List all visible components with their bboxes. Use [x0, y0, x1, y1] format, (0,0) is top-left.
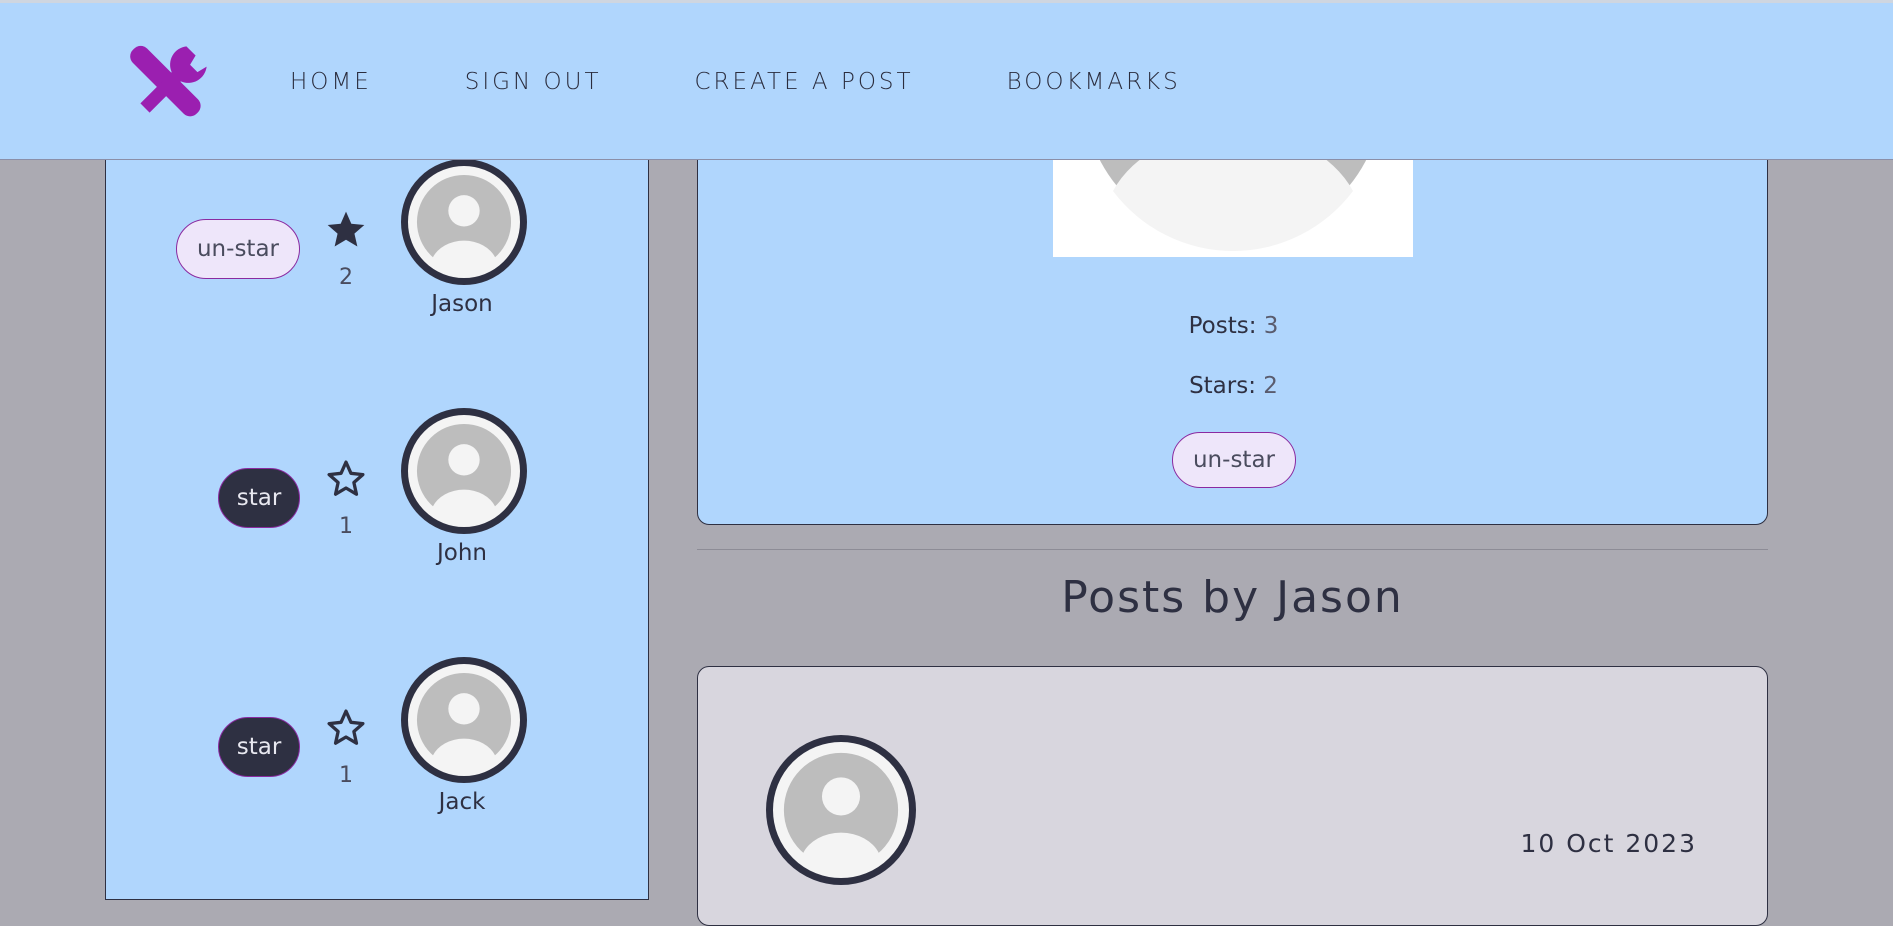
stars-value: 2: [1263, 373, 1278, 399]
user-name[interactable]: John: [396, 540, 528, 566]
user-row: star 1 Jack: [106, 639, 650, 839]
top-navbar: HOME SIGN OUT CREATE A POST BOOKMARKS: [0, 0, 1893, 160]
nav-sign-out[interactable]: SIGN OUT: [465, 69, 602, 95]
post-card[interactable]: 10 Oct 2023: [697, 666, 1768, 926]
posts-value: 3: [1263, 313, 1279, 339]
star-outline-icon: [327, 460, 365, 496]
star-count: 2: [339, 265, 353, 290]
default-avatar-icon: [783, 752, 899, 869]
stars-stat: Stars: 2: [698, 373, 1767, 399]
star-outline-icon: [327, 709, 365, 745]
default-avatar-icon: [416, 174, 512, 270]
user-name[interactable]: Jack: [396, 789, 528, 815]
nav-home[interactable]: HOME: [290, 69, 372, 95]
avatar[interactable]: [401, 657, 527, 783]
posts-stat: Posts: 3: [698, 313, 1767, 339]
tools-icon[interactable]: [122, 39, 214, 131]
profile-card: Posts: 3 Stars: 2 un-star: [697, 100, 1768, 525]
avatar[interactable]: [401, 159, 527, 285]
star-button[interactable]: star: [218, 468, 300, 528]
nav-create-post[interactable]: CREATE A POST: [695, 69, 914, 95]
users-sidebar: un-star 2 Jason star 1 John star 1 Jack: [105, 140, 649, 900]
section-title: Posts by Jason: [1061, 572, 1404, 623]
user-row: un-star 2 Jason: [106, 141, 650, 341]
stars-label: Stars:: [1189, 373, 1256, 399]
divider: [697, 549, 1768, 550]
star-button[interactable]: star: [218, 717, 300, 777]
default-avatar-icon: [416, 423, 512, 519]
nav-bookmarks[interactable]: BOOKMARKS: [1007, 69, 1181, 95]
post-author-avatar[interactable]: [766, 735, 916, 885]
main-nav: HOME SIGN OUT CREATE A POST BOOKMARKS: [290, 69, 1274, 95]
user-row: star 1 John: [106, 390, 650, 590]
star-count: 1: [339, 514, 353, 539]
default-avatar-icon: [416, 672, 512, 768]
post-date: 10 Oct 2023: [1520, 829, 1697, 858]
profile-unstar-button[interactable]: un-star: [1172, 432, 1296, 488]
star-filled-icon: [327, 211, 365, 247]
avatar[interactable]: [401, 408, 527, 534]
unstar-button[interactable]: un-star: [176, 219, 300, 279]
star-count: 1: [339, 763, 353, 788]
posts-label: Posts:: [1188, 313, 1257, 339]
user-name[interactable]: Jason: [396, 291, 528, 317]
